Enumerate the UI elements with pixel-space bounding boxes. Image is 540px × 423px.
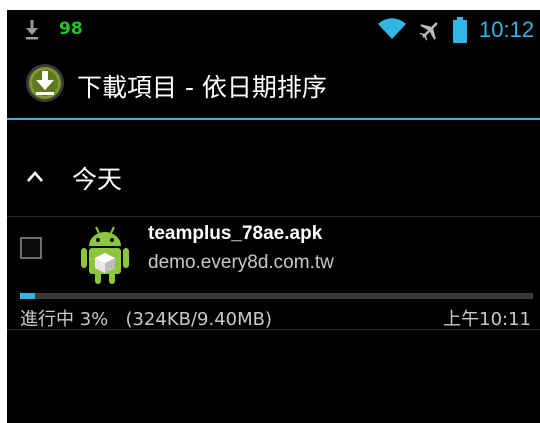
chevron-up-icon bbox=[27, 171, 43, 182]
download-source: demo.every8d.com.tw bbox=[148, 252, 334, 273]
section-title: 今天 bbox=[72, 165, 123, 194]
progress-status: 進行中 3% bbox=[20, 309, 109, 330]
select-checkbox[interactable] bbox=[20, 237, 42, 259]
download-item[interactable]: teamplus_78ae.apk demo.every8d.com.tw 進行… bbox=[7, 217, 540, 331]
download-time: 上午10:11 bbox=[443, 309, 531, 330]
clock: 10:12 bbox=[479, 17, 535, 42]
download-size: (324KB/9.40MB) bbox=[125, 309, 273, 330]
battery-icon bbox=[453, 17, 467, 43]
download-progress-bar bbox=[20, 293, 533, 299]
download-progress-fill bbox=[20, 293, 36, 299]
wifi-icon bbox=[378, 18, 406, 39]
download-status: 進行中 3% (324KB/9.40MB) bbox=[20, 305, 272, 331]
action-bar: 下載項目 - 依日期排序 bbox=[7, 50, 540, 118]
divider bbox=[7, 329, 540, 330]
section-header-today[interactable]: 今天 bbox=[7, 120, 540, 217]
battery-level-text: 98 bbox=[59, 19, 83, 39]
android-package-icon bbox=[81, 226, 129, 284]
screen: 98 10:12 下載項目 - 依日期排序 今天 teamplus_78ae.a… bbox=[7, 10, 540, 423]
download-app-icon[interactable] bbox=[25, 63, 65, 103]
page-title: 下載項目 - 依日期排序 bbox=[77, 73, 327, 102]
airplane-mode-icon bbox=[419, 22, 438, 41]
file-name: teamplus_78ae.apk bbox=[148, 223, 323, 244]
status-bar: 98 10:12 bbox=[7, 10, 540, 50]
download-icon bbox=[26, 20, 38, 40]
